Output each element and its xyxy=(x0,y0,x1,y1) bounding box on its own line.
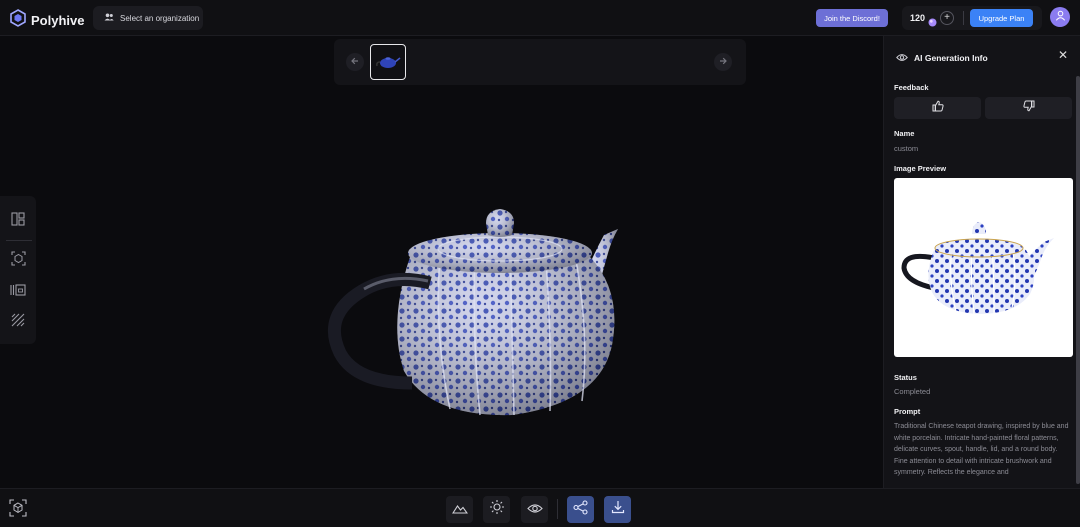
select-organization-label: Select an organization xyxy=(120,13,200,23)
share-button[interactable] xyxy=(567,496,594,523)
thumbs-down-button[interactable] xyxy=(985,97,1072,119)
eye-icon xyxy=(526,501,543,519)
next-button[interactable] xyxy=(714,53,732,71)
frames-icon xyxy=(10,283,26,302)
add-credits-button[interactable]: + xyxy=(940,11,954,25)
layout-panel-icon xyxy=(11,211,25,231)
feedback-label: Feedback xyxy=(894,83,929,92)
scan-object-icon xyxy=(10,251,26,271)
avatar[interactable] xyxy=(1050,7,1070,27)
layout-button[interactable] xyxy=(9,211,27,231)
close-icon[interactable]: ✕ xyxy=(1058,48,1068,62)
teapot-preview-image xyxy=(901,222,1054,315)
name-label: Name xyxy=(894,129,915,138)
cube-icon[interactable] xyxy=(9,499,27,522)
top-bar: Polyhive Select an organization Join the… xyxy=(0,0,1080,36)
frames-button[interactable] xyxy=(9,283,27,301)
prompt-text: Traditional Chinese teapot drawing, insp… xyxy=(894,423,1069,476)
texture-button[interactable] xyxy=(9,313,27,331)
eye-icon xyxy=(896,49,908,67)
thumbs-up-button[interactable] xyxy=(894,97,981,119)
arrow-right-icon xyxy=(718,53,728,71)
bottom-divider xyxy=(557,499,558,519)
toolbar-divider xyxy=(6,240,32,241)
thumbnail-strip xyxy=(334,39,746,85)
download-button[interactable] xyxy=(604,496,631,523)
user-icon xyxy=(1055,8,1066,26)
terrain-icon xyxy=(451,501,468,519)
environment-button[interactable] xyxy=(446,496,473,523)
status-label: Status xyxy=(894,373,917,382)
status-value: Completed xyxy=(894,387,931,396)
arrow-left-icon xyxy=(350,53,360,71)
view-button[interactable] xyxy=(521,496,548,523)
share-icon xyxy=(573,499,588,520)
sun-icon xyxy=(489,499,505,520)
hatch-pattern-icon xyxy=(11,313,25,332)
previous-button[interactable] xyxy=(346,53,364,71)
prompt-label: Prompt xyxy=(894,407,921,416)
left-toolbar xyxy=(0,196,36,344)
credits-group: 120 + Upgrade Plan xyxy=(902,6,1042,30)
lighting-button[interactable] xyxy=(483,496,510,523)
bottom-toolbar xyxy=(0,488,1080,527)
scan-object-button[interactable] xyxy=(9,251,27,271)
teapot-model xyxy=(327,209,618,416)
name-value: custom xyxy=(894,144,919,153)
panel-header: AI Generation Info xyxy=(896,49,988,67)
panel-scrollbar[interactable] xyxy=(1076,76,1080,484)
users-icon xyxy=(104,13,114,23)
logo[interactable]: Polyhive xyxy=(10,9,84,32)
join-discord-button[interactable]: Join the Discord! xyxy=(816,9,888,27)
image-preview-label: Image Preview xyxy=(894,164,947,173)
model-viewport[interactable] xyxy=(300,195,640,425)
upgrade-plan-button[interactable]: Upgrade Plan xyxy=(970,9,1033,27)
credit-count: 120 xyxy=(910,13,926,23)
teapot-thumbnail-image xyxy=(376,57,401,68)
thumbs-down-icon xyxy=(1022,99,1035,117)
app-name: Polyhive xyxy=(31,13,85,28)
panel-title: AI Generation Info xyxy=(914,53,988,63)
model-thumbnail[interactable] xyxy=(370,44,406,80)
polyhive-logo-icon xyxy=(10,9,26,32)
select-organization-button[interactable]: Select an organization xyxy=(93,6,203,30)
gem-icon xyxy=(928,14,937,32)
download-icon xyxy=(611,500,625,519)
credits-divider xyxy=(963,11,964,25)
image-preview xyxy=(894,178,1073,357)
ai-generation-info-panel: AI Generation Info ✕ Feedback Name custo… xyxy=(883,36,1080,488)
thumbs-up-icon xyxy=(932,99,944,117)
